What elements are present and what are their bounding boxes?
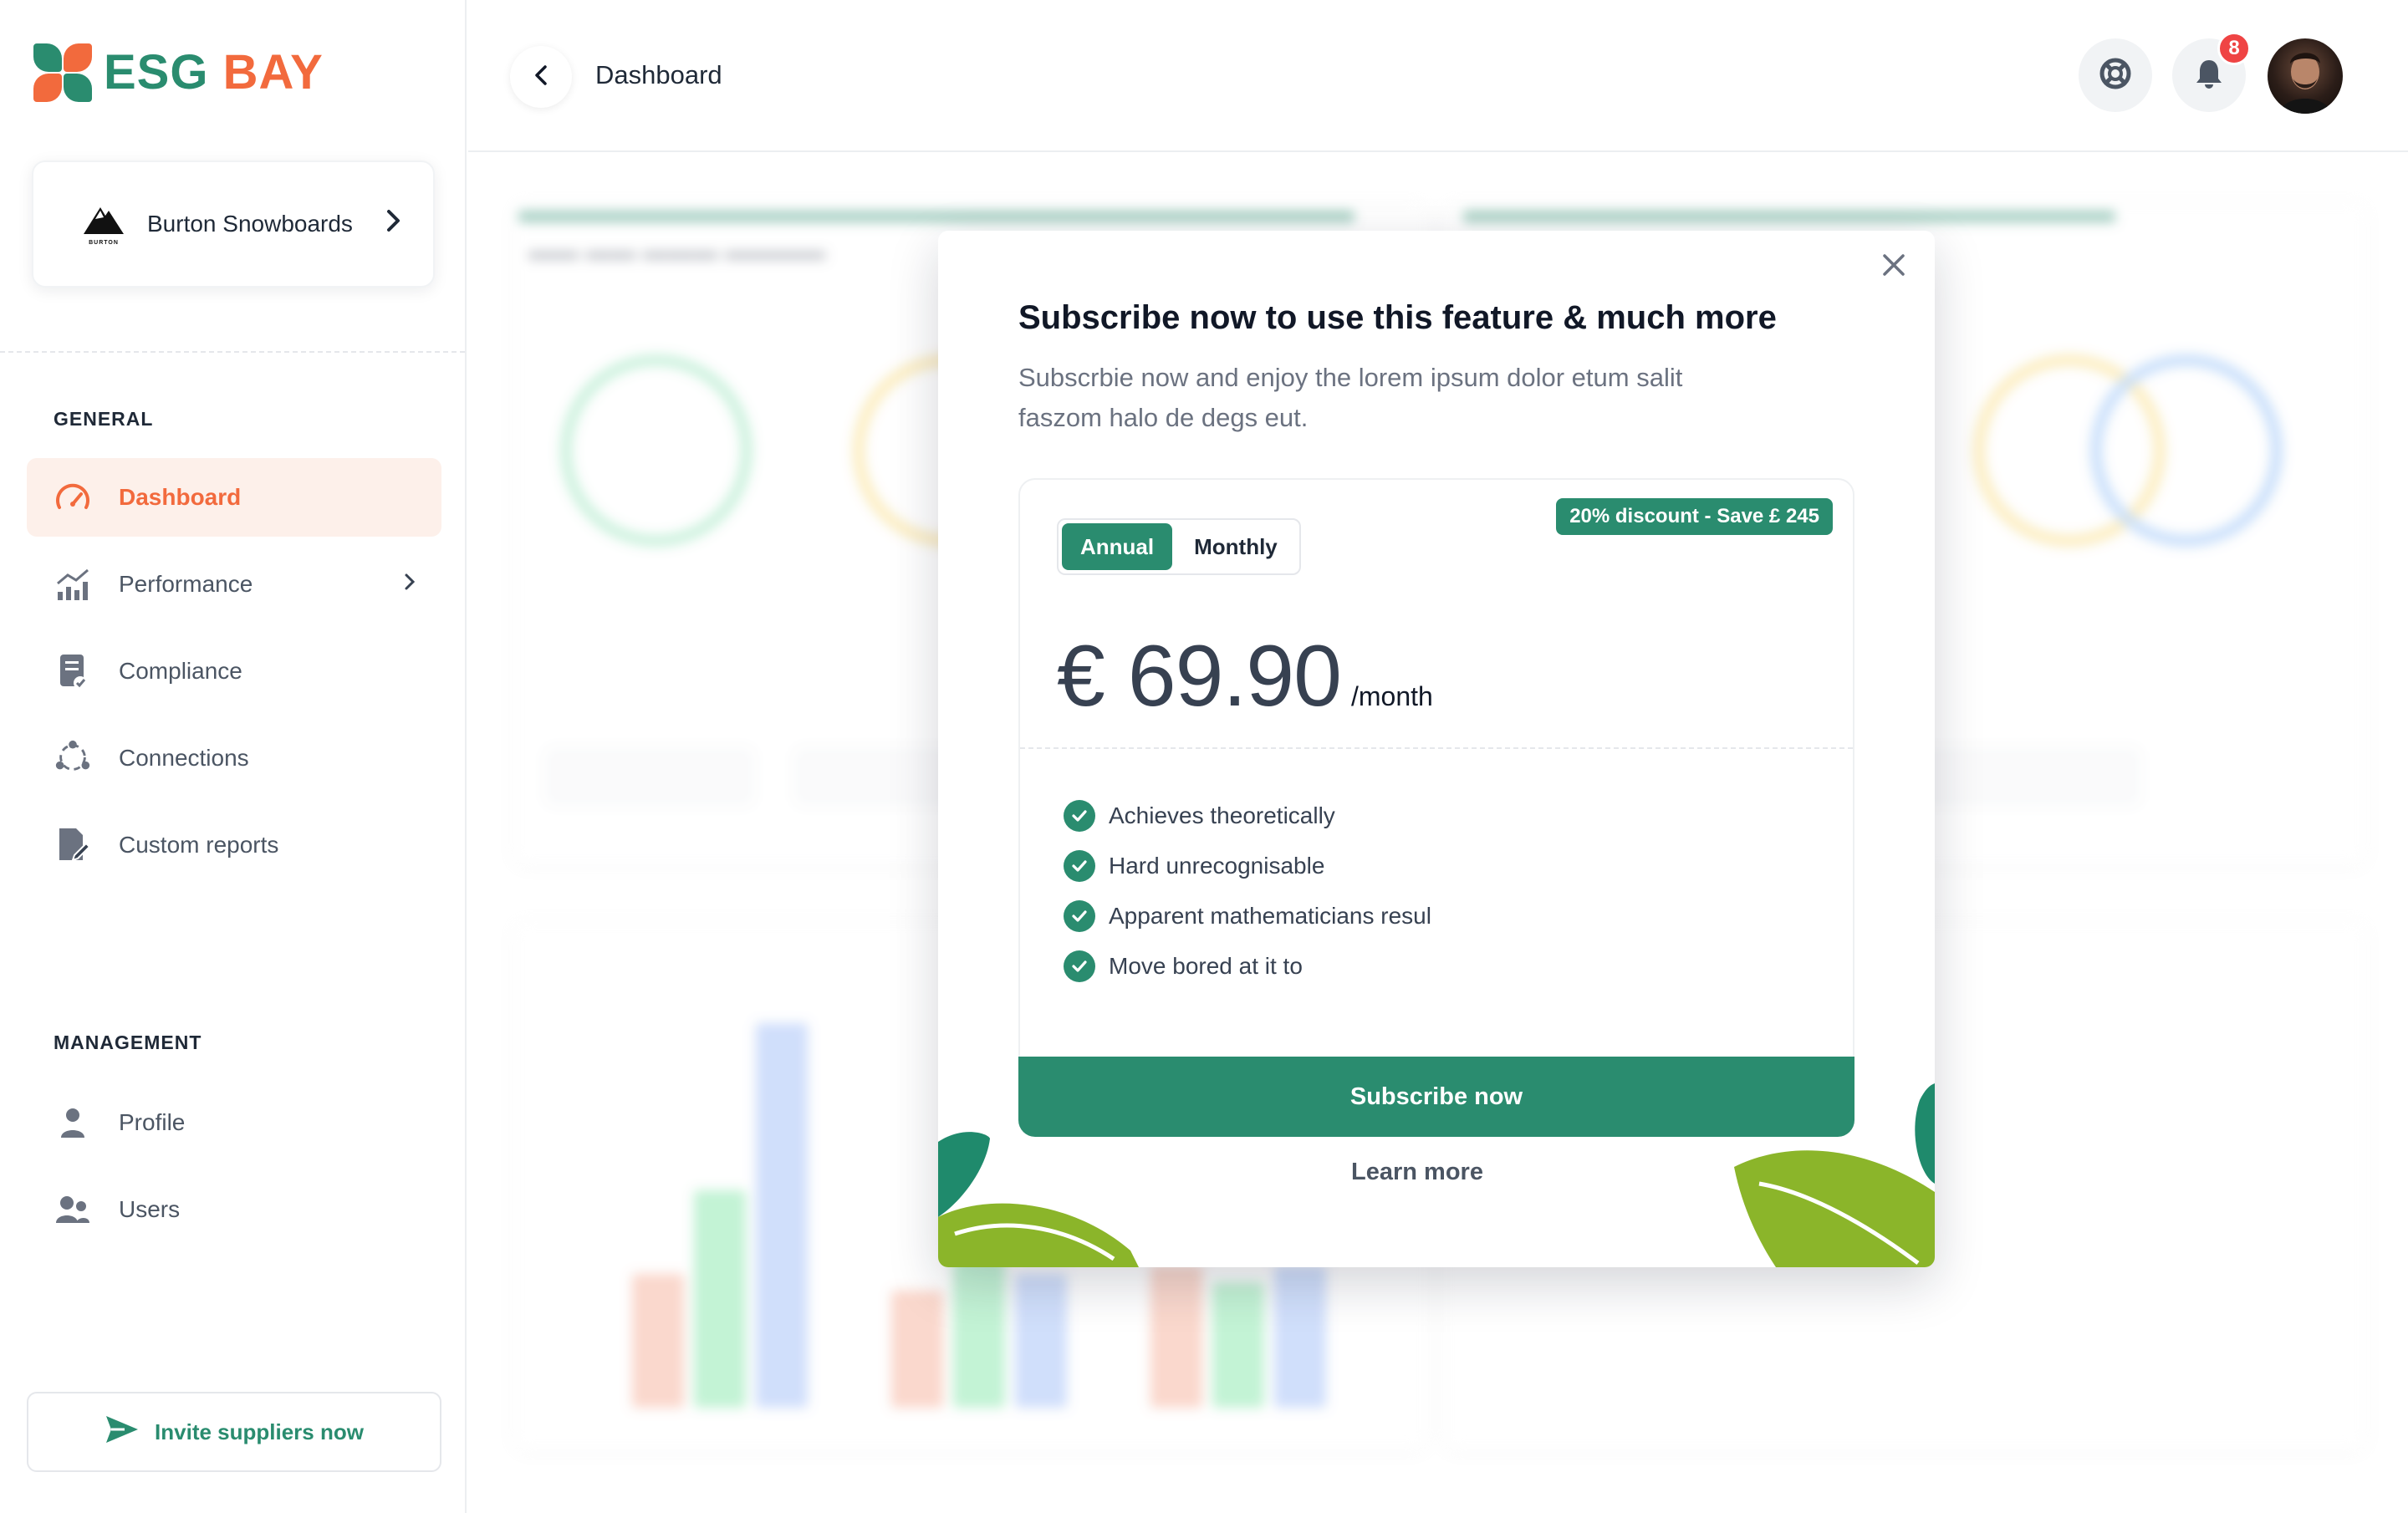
sidebar-item-label: Custom reports [119,832,279,858]
price-period: /month [1351,681,1433,711]
subscribe-now-button[interactable]: Subscribe now [1018,1057,1854,1137]
feature-item: Hard unrecognisable [1064,841,1431,891]
sidebar-item-performance[interactable]: Performance [27,545,441,624]
feature-list: Achieves theoretically Hard unrecognisab… [1064,791,1431,991]
price: € 69.90 /month [1057,627,1433,726]
toggle-monthly[interactable]: Monthly [1176,523,1296,570]
section-title-general: GENERAL [54,408,154,430]
sidebar-divider [0,351,465,353]
user-icon [54,1103,92,1142]
sidebar-item-label: Dashboard [119,484,242,510]
page-title: Dashboard [595,60,722,89]
users-icon [54,1190,92,1229]
sidebar-item-label: Profile [119,1109,186,1135]
toggle-annual[interactable]: Annual [1062,523,1173,570]
chevron-right-icon [403,571,416,598]
document-check-icon [54,652,92,690]
sidebar-item-dashboard[interactable]: Dashboard [27,458,441,537]
sidebar-item-label: Connections [119,745,249,771]
top-header: Dashboard 8 [468,0,2408,152]
lifebuoy-icon [2098,56,2133,95]
bar-chart-icon [54,565,92,604]
billing-toggle: Annual Monthly [1057,518,1301,575]
modal-subtitle: Subscrbie now and enjoy the lorem ipsum … [1018,363,1683,432]
sidebar: ESG BAY BURTON Burton Snowboards GENERAL… [0,0,467,1513]
notifications-button[interactable]: 8 [2172,32,2251,112]
company-name: Burton Snowboards [147,211,353,237]
notification-count-badge: 8 [2217,32,2251,65]
company-logo-text: BURTON [89,240,119,246]
company-switcher[interactable]: BURTON Burton Snowboards [32,160,435,288]
support-button[interactable] [2079,38,2152,112]
pricing-divider [1020,747,1853,749]
brand-name: ESG BAY [104,44,324,100]
discount-badge: 20% discount - Save £ 245 [1556,498,1833,535]
brand-name-bay: BAY [222,44,324,99]
sidebar-item-profile[interactable]: Profile [27,1083,441,1162]
subscribe-modal: Subscribe now to use this feature & much… [938,231,1935,1267]
sidebar-item-label: Users [119,1196,181,1222]
price-amount: € 69.90 [1057,628,1342,725]
sidebar-item-connections[interactable]: Connections [27,719,441,797]
check-circle-icon [1064,800,1095,832]
chevron-left-icon [533,64,548,91]
company-logo: BURTON [75,196,132,252]
chevron-right-icon [385,208,403,241]
back-button[interactable] [510,46,572,108]
brand-logo[interactable]: ESG BAY [32,42,324,102]
invite-suppliers-label: Invite suppliers now [155,1419,364,1444]
close-icon [1881,252,1906,282]
speedometer-icon [54,478,92,517]
feature-label: Move bored at it to [1109,953,1303,979]
sidebar-item-label: Compliance [119,658,242,684]
feature-label: Achieves theoretically [1109,802,1335,828]
feature-item: Achieves theoretically [1064,791,1431,841]
sidebar-item-users[interactable]: Users [27,1170,441,1249]
user-photo-icon [2279,53,2331,114]
leaf-decoration-left-icon [938,1132,1139,1267]
check-circle-icon [1064,850,1095,882]
brand-name-esg: ESG [104,44,209,99]
pricing-card: Annual Monthly 20% discount - Save £ 245… [1018,478,1854,1080]
connections-icon [54,739,92,777]
feature-label: Apparent mathematicians resul [1109,903,1431,929]
check-circle-icon [1064,900,1095,932]
send-icon [105,1414,140,1450]
logo-mark-icon [32,42,92,102]
feature-item: Apparent mathematicians resul [1064,891,1431,941]
feature-label: Hard unrecognisable [1109,853,1325,879]
invite-suppliers-button[interactable]: Invite suppliers now [27,1392,441,1472]
avatar[interactable] [2268,38,2343,114]
sidebar-item-compliance[interactable]: Compliance [27,632,441,711]
check-circle-icon [1064,950,1095,982]
close-button[interactable] [1873,246,1915,288]
sidebar-item-label: Performance [119,571,253,597]
bell-icon [2195,58,2223,94]
sidebar-item-custom-reports[interactable]: Custom reports [27,806,441,884]
feature-item: Move bored at it to [1064,941,1431,991]
modal-title: Subscribe now to use this feature & much… [1018,299,1777,336]
section-title-management: MANAGEMENT [54,1032,202,1053]
leaf-decoration-right-icon [1734,1083,1935,1267]
report-edit-icon [54,826,92,864]
